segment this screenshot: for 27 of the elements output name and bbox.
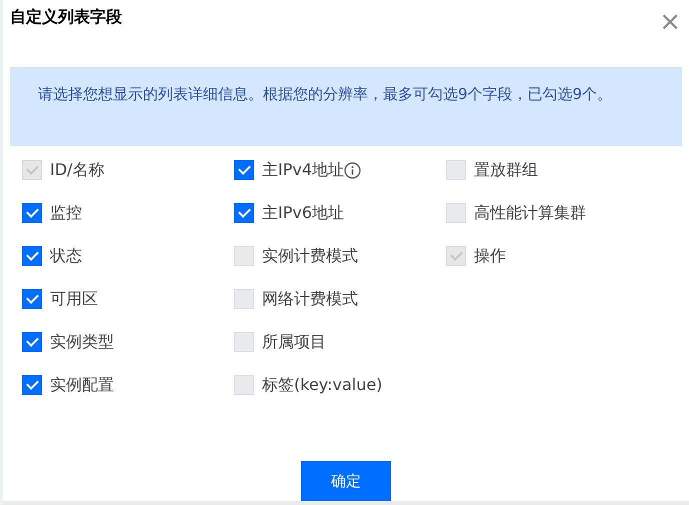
confirm-button[interactable]: 确定: [301, 461, 391, 501]
checkbox[interactable]: [22, 332, 42, 352]
dialog-title: 自定义列表字段: [10, 6, 122, 28]
field-label: 置放群组: [474, 160, 538, 180]
checkbox[interactable]: [234, 203, 254, 223]
checkbox[interactable]: [22, 375, 42, 395]
info-icon[interactable]: [344, 162, 362, 178]
field-label: 操作: [474, 246, 506, 266]
close-button[interactable]: ×: [657, 9, 683, 35]
field-label: 主IPv4地址: [262, 160, 344, 180]
field-label: 实例配置: [50, 374, 114, 396]
field-label: 实例计费模式: [262, 246, 358, 266]
field-label: 状态: [50, 246, 82, 266]
checkbox[interactable]: [22, 203, 42, 223]
field-label: 可用区: [50, 288, 98, 310]
field-label: 网络计费模式: [262, 288, 358, 310]
field-label: 主IPv6地址: [262, 202, 344, 224]
field-label: 所属项目: [262, 332, 326, 352]
checkbox[interactable]: [22, 289, 42, 309]
field-label: ID/名称: [50, 160, 104, 180]
checkbox[interactable]: [22, 246, 42, 266]
field-label: 高性能计算集群: [474, 202, 586, 224]
field-label: 标签(key:value): [262, 374, 382, 396]
field-label: 监控: [50, 202, 82, 224]
field-label: 实例类型: [50, 332, 114, 352]
info-notice: 请选择您想显示的列表详细信息。根据您的分辨率，最多可勾选9个字段，已勾选9个。: [10, 67, 682, 146]
checkbox[interactable]: [234, 160, 254, 180]
